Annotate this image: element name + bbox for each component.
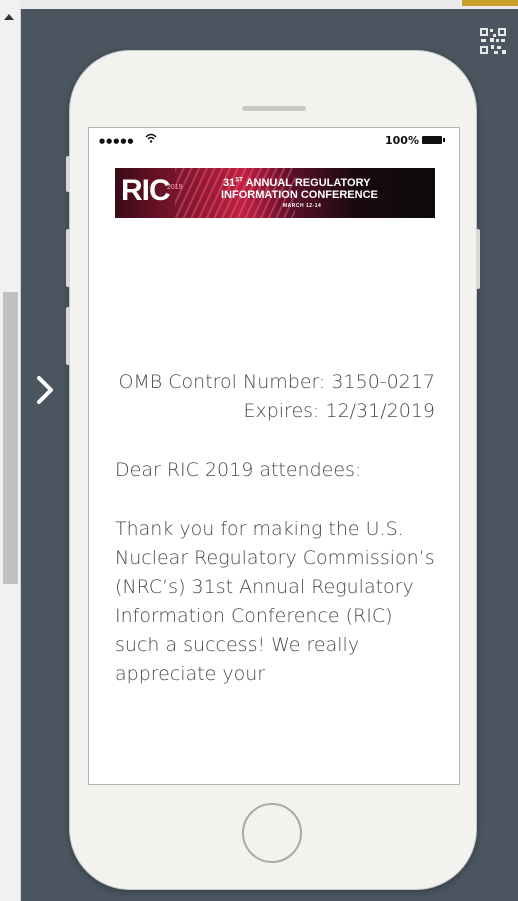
phone-screen: ●●●●● 100% RIC 2019 31ST ANNUAL REGULATO… [88, 127, 460, 785]
conference-banner[interactable]: RIC 2019 31ST ANNUAL REGULATORY INFORMAT… [115, 168, 435, 218]
status-bar: ●●●●● 100% [89, 128, 459, 150]
phone-mute-switch [66, 156, 70, 192]
banner-title-line2: INFORMATION CONFERENCE [221, 189, 378, 201]
phone-speaker [242, 106, 306, 111]
home-button[interactable] [242, 803, 302, 863]
next-slide-chevron-icon[interactable] [33, 372, 59, 408]
letter-body: Thank you for making the U.S. Nuclear Re… [115, 518, 435, 685]
phone-volume-down [66, 307, 70, 365]
banner-title-line1: 31ST ANNUAL REGULATORY [223, 177, 371, 189]
scrollbar-thumb[interactable] [3, 292, 18, 584]
top-strip [20, 0, 518, 9]
top-accent [462, 0, 518, 6]
letter-greeting: Dear RIC 2019 attendees: [115, 459, 362, 481]
left-panel [0, 0, 21, 901]
battery-percentage: 100% [385, 134, 419, 147]
qr-code-icon[interactable] [478, 26, 508, 56]
letter-content: OMB Control Number: 3150-0217 Expires: 1… [115, 368, 435, 689]
battery-icon [422, 136, 445, 144]
phone-power-button [476, 229, 480, 289]
banner-logo-year: 2019 [167, 184, 183, 191]
wifi-icon [145, 133, 157, 143]
banner-logo: RIC [121, 174, 171, 207]
scroll-up-icon[interactable] [4, 14, 14, 20]
phone-mockup: ●●●●● 100% RIC 2019 31ST ANNUAL REGULATO… [66, 51, 480, 889]
signal-strength-icon: ●●●●● [99, 137, 135, 145]
omb-control-number: OMB Control Number: 3150-0217 [118, 371, 435, 393]
banner-dates: MARCH 12-14 [283, 203, 322, 209]
expiration-date: Expires: 12/31/2019 [243, 400, 435, 422]
phone-volume-up [66, 229, 70, 287]
